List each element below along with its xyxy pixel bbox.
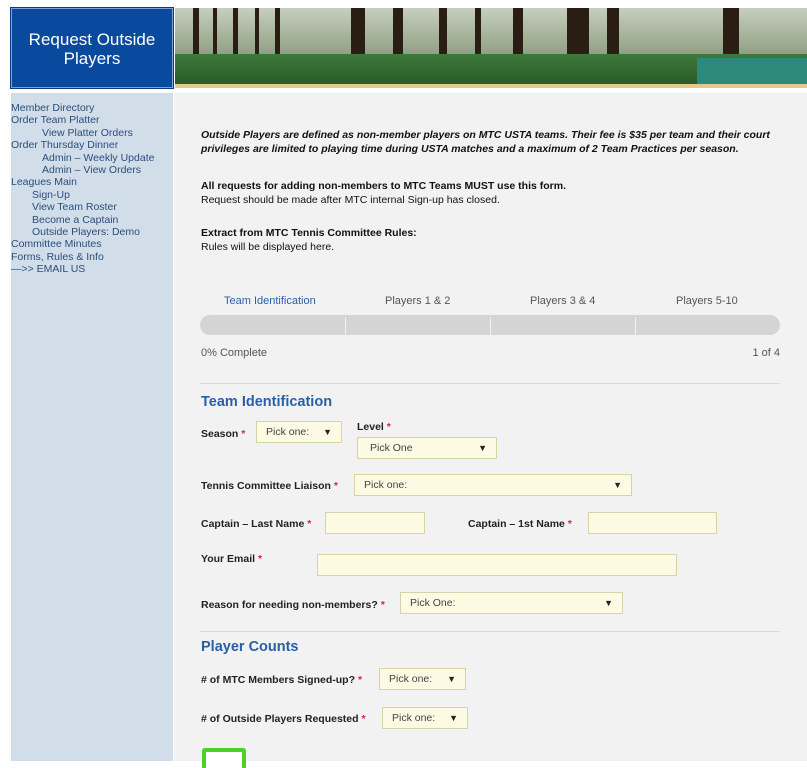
outside-players-definition: Outside Players are defined as non-membe… xyxy=(201,129,770,155)
sidebar-item[interactable]: Become a Captain xyxy=(11,214,173,226)
timing-notice: Request should be made after MTC interna… xyxy=(201,194,500,206)
sidebar-item[interactable]: Committee Minutes xyxy=(11,238,173,250)
season-label: Season * xyxy=(201,428,246,440)
sidebar-item[interactable]: Admin – Weekly Update xyxy=(11,152,173,164)
sidebar-item[interactable]: Forms, Rules & Info xyxy=(11,251,173,263)
liaison-select[interactable]: Pick one: ▼ xyxy=(354,474,632,496)
header-banner-image xyxy=(175,8,807,88)
chevron-down-icon: ▼ xyxy=(613,480,622,490)
chevron-down-icon: ▼ xyxy=(478,443,487,453)
captain-first-name-input[interactable] xyxy=(588,512,717,534)
sidebar-item[interactable]: Leagues Main xyxy=(11,176,173,188)
tab-players-3-4[interactable]: Players 3 & 4 xyxy=(530,295,595,307)
page-header: Request Outside Players xyxy=(0,0,807,92)
tab-team-identification[interactable]: Team Identification xyxy=(224,295,316,307)
sidebar-item[interactable]: Outside Players: Demo xyxy=(11,226,173,238)
email-input[interactable] xyxy=(317,554,677,576)
progress-bar xyxy=(200,315,780,335)
captain-last-name-label: Captain – Last Name * xyxy=(201,518,312,530)
level-label: Level * xyxy=(357,421,391,433)
sidebar-item[interactable]: —>> EMAIL US xyxy=(11,263,173,275)
reason-label: Reason for needing non-members? * xyxy=(201,599,385,611)
main-content: Outside Players are defined as non-membe… xyxy=(174,93,807,768)
tab-players-1-2[interactable]: Players 1 & 2 xyxy=(385,295,450,307)
page-title: Request Outside Players xyxy=(28,30,156,68)
reason-select[interactable]: Pick One: ▼ xyxy=(400,592,623,614)
section-title-team-identification: Team Identification xyxy=(201,394,333,410)
sidebar-item[interactable]: View Team Roster xyxy=(11,201,173,213)
season-select[interactable]: Pick one: ▼ xyxy=(256,421,342,443)
outside-players-requested-select[interactable]: Pick one: ▼ xyxy=(382,707,468,729)
section-title-player-counts: Player Counts xyxy=(201,639,299,655)
captain-first-name-label: Captain – 1st Name * xyxy=(468,518,572,530)
members-signed-up-select[interactable]: Pick one: ▼ xyxy=(379,668,466,690)
progress-label: 0% Complete xyxy=(201,347,268,359)
page-title-box: Request Outside Players xyxy=(10,7,174,89)
page-indicator: 1 of 4 xyxy=(752,347,780,359)
rules-extract-title: Extract from MTC Tennis Committee Rules: xyxy=(201,227,417,239)
chevron-down-icon: ▼ xyxy=(323,427,332,437)
sidebar-item[interactable]: Order Team Platter xyxy=(11,114,173,126)
level-select[interactable]: Pick One ▼ xyxy=(357,437,497,459)
email-label: Your Email * xyxy=(201,553,263,565)
sidebar-item[interactable]: Member Directory xyxy=(11,102,173,114)
divider xyxy=(200,383,780,384)
rules-extract-body: Rules will be displayed here. xyxy=(201,241,335,253)
sidebar-item[interactable]: Order Thursday Dinner xyxy=(11,139,173,151)
tab-players-5-10[interactable]: Players 5-10 xyxy=(676,295,738,307)
sidebar-item[interactable]: View Platter Orders xyxy=(11,127,173,139)
chevron-down-icon: ▼ xyxy=(449,713,458,723)
sidebar-item[interactable]: Admin – View Orders xyxy=(11,164,173,176)
next-button[interactable] xyxy=(202,748,246,768)
must-use-form-notice: All requests for adding non-members to M… xyxy=(201,180,567,192)
sidebar-nav: Member Directory Order Team Platter View P… xyxy=(11,93,173,761)
members-signed-up-label: # of MTC Members Signed-up? * xyxy=(201,674,363,686)
divider xyxy=(200,631,780,632)
sidebar-item[interactable]: Sign-Up xyxy=(11,189,173,201)
chevron-down-icon: ▼ xyxy=(604,598,613,608)
liaison-label: Tennis Committee Liaison * xyxy=(201,480,338,492)
outside-players-requested-label: # of Outside Players Requested * xyxy=(201,713,366,725)
captain-last-name-input[interactable] xyxy=(325,512,425,534)
chevron-down-icon: ▼ xyxy=(447,674,456,684)
